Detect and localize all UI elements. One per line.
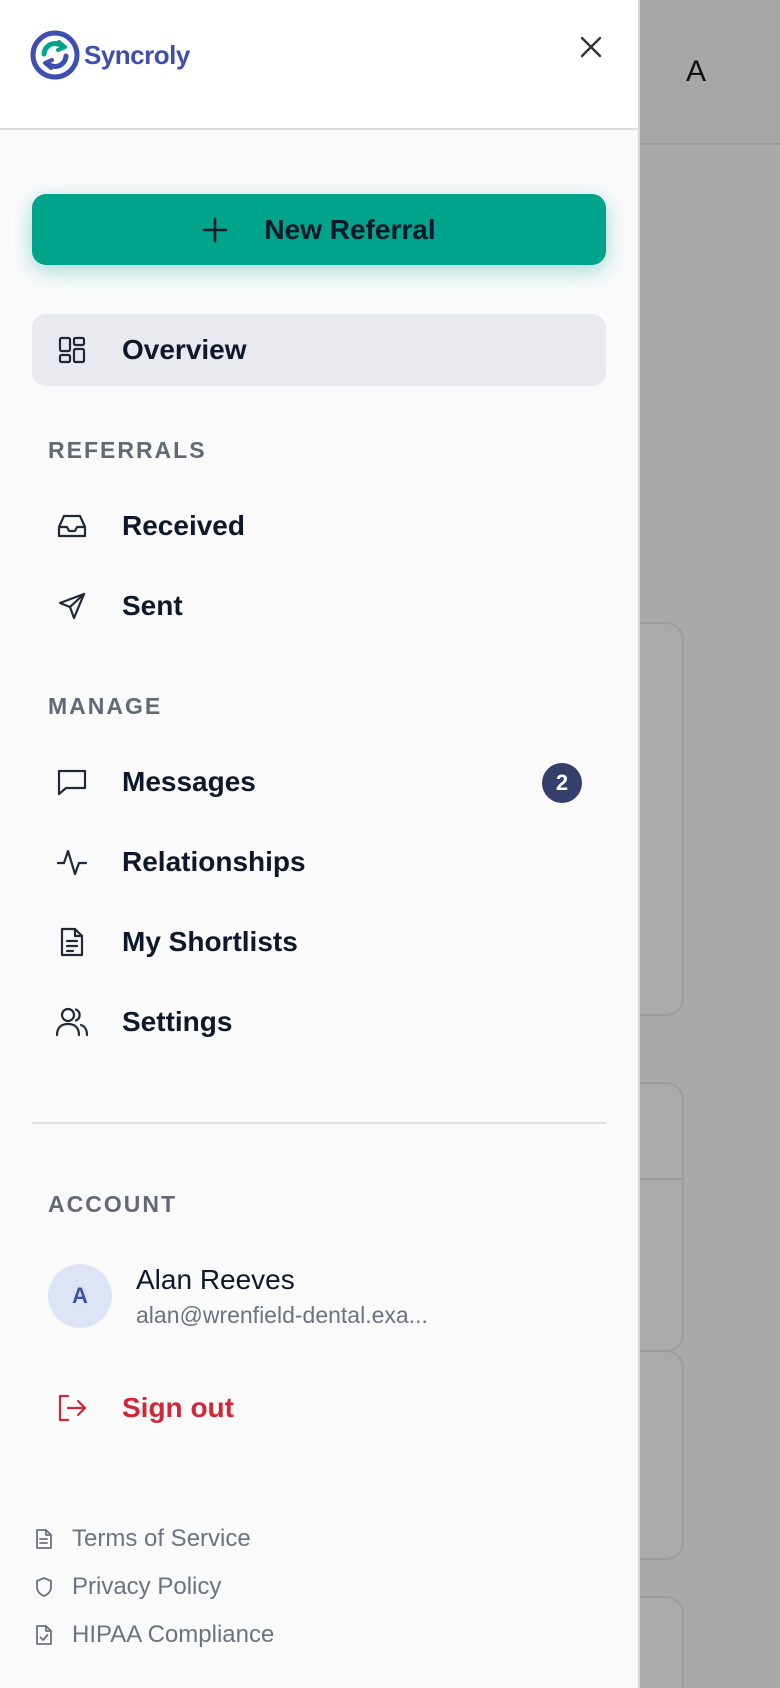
section-title-account: ACCOUNT (48, 1191, 177, 1217)
account-name: Alan Reeves (136, 1263, 295, 1295)
send-icon (54, 588, 90, 624)
nav-label-received: Received (122, 510, 245, 541)
nav-label-messages: Messages (122, 766, 256, 797)
account-profile[interactable]: A Alan Reeves alan@wrenfield-dental.exa.… (48, 1262, 588, 1330)
new-referral-label: New Referral (264, 213, 436, 245)
background-avatar[interactable]: A (684, 52, 708, 92)
new-referral-button[interactable]: New Referral (32, 194, 606, 265)
close-icon (580, 36, 602, 58)
brand-name: Syncroly (84, 39, 190, 70)
terms-of-service-link[interactable]: Terms of Service (32, 1521, 251, 1557)
brand-logo[interactable]: Syncroly (30, 30, 190, 80)
sign-out-button[interactable]: Sign out (32, 1372, 606, 1444)
plus-icon (203, 217, 228, 242)
shield-icon (32, 1575, 56, 1599)
inbox-icon (54, 508, 90, 544)
nav-item-received[interactable]: Received (32, 490, 606, 562)
close-drawer-button[interactable] (574, 30, 608, 64)
logout-icon (54, 1390, 90, 1426)
document-icon (32, 1527, 56, 1551)
background-card-divider (640, 1178, 684, 1180)
sign-out-label: Sign out (122, 1392, 234, 1423)
nav-label-relationships: Relationships (122, 846, 306, 877)
section-divider (32, 1122, 606, 1124)
privacy-policy-label: Privacy Policy (72, 1573, 222, 1600)
messages-unread-badge: 2 (542, 763, 582, 803)
terms-of-service-label: Terms of Service (72, 1525, 251, 1552)
grid-icon (54, 332, 90, 368)
drawer-header: Syncroly (0, 0, 638, 130)
document-icon (54, 924, 90, 960)
hipaa-compliance-link[interactable]: HIPAA Compliance (32, 1617, 274, 1653)
hipaa-compliance-label: HIPAA Compliance (72, 1621, 275, 1648)
navigation-drawer: Syncroly New Referral Overview REFERRALS (0, 0, 640, 1688)
message-icon (54, 764, 90, 800)
account-info: Alan Reeves alan@wrenfield-dental.exa... (136, 1264, 428, 1329)
account-email: alan@wrenfield-dental.exa... (136, 1301, 428, 1328)
privacy-policy-link[interactable]: Privacy Policy (32, 1569, 221, 1605)
nav-item-messages[interactable]: Messages 2 (32, 746, 606, 818)
avatar: A (48, 1264, 112, 1328)
nav-item-settings[interactable]: Settings (32, 986, 606, 1058)
nav-label-overview: Overview (122, 334, 247, 365)
nav-item-sent[interactable]: Sent (32, 570, 606, 642)
activity-icon (54, 844, 90, 880)
section-title-referrals: REFERRALS (48, 437, 207, 463)
nav-item-shortlists[interactable]: My Shortlists (32, 906, 606, 978)
nav-label-settings: Settings (122, 1006, 233, 1037)
nav-label-shortlists: My Shortlists (122, 926, 298, 957)
nav-item-overview[interactable]: Overview (32, 314, 606, 386)
file-check-icon (32, 1623, 56, 1647)
users-icon (54, 1004, 90, 1040)
section-title-manage: MANAGE (48, 693, 163, 719)
syncroly-logo-icon (30, 30, 80, 80)
nav-item-relationships[interactable]: Relationships (32, 826, 606, 898)
nav-label-sent: Sent (122, 590, 183, 621)
